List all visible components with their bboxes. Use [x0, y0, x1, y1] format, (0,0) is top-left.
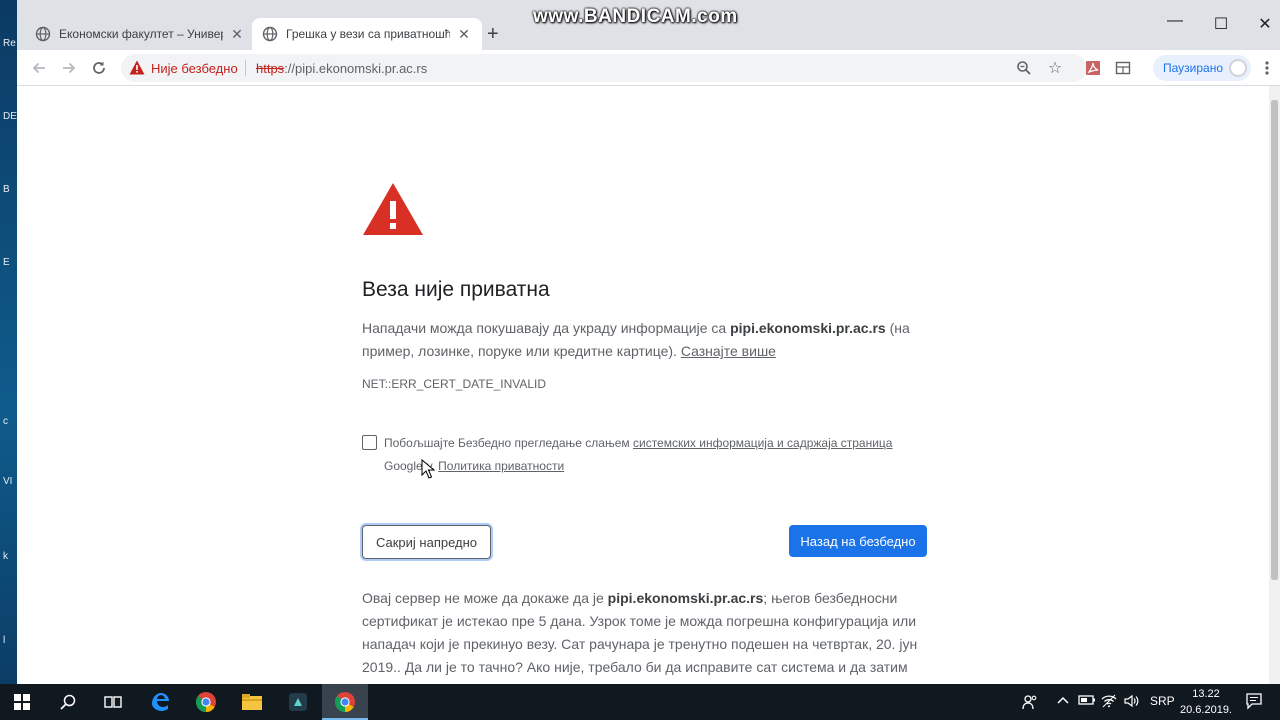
system-clock[interactable]: 13.22 20.6.2019. [1180, 686, 1232, 718]
desktop-icon-label[interactable]: l [3, 635, 5, 646]
address-divider [245, 60, 246, 76]
address-bar[interactable]: Није безбедно https://pipi.ekonomski.pr.… [121, 54, 1087, 82]
maximize-icon[interactable]: ☐ [1198, 14, 1244, 34]
profile-status-label: Паузирано [1163, 61, 1224, 75]
edge-icon[interactable] [146, 688, 174, 716]
desktop-background: Re DE B E c VI k l [0, 0, 18, 684]
error-page: Веза није приватна Нападачи можда покуша… [17, 86, 1269, 684]
error-description: Нападачи можда покушавају да украду инфо… [362, 320, 910, 359]
back-arrow-icon[interactable] [29, 58, 49, 78]
not-secure-label[interactable]: Није безбедно [151, 61, 238, 76]
page-title: Веза није приватна [362, 278, 550, 301]
zoom-icon[interactable] [1014, 58, 1034, 78]
safe-browsing-checkbox[interactable] [362, 435, 377, 450]
url-text[interactable]: https://pipi.ekonomski.pr.ac.rs [256, 61, 427, 76]
tab-title: Грешка у вези са приватношћу [286, 27, 450, 41]
desktop-icon-label[interactable]: E [3, 257, 10, 268]
chrome-window: Економски факултет – Универзи ✕ Грешка у… [17, 0, 1280, 684]
learn-more-link[interactable]: Сазнајте више [681, 343, 776, 359]
desktop-icon-label[interactable]: c [3, 416, 8, 427]
domain-name: pipi.ekonomski.pr.ac.rs [730, 320, 886, 336]
star-icon[interactable]: ☆ [1045, 58, 1065, 78]
chevron-up-icon[interactable] [1056, 694, 1070, 711]
filmora-icon[interactable] [284, 688, 312, 716]
page-scrollbar[interactable] [1269, 86, 1280, 684]
active-taskbar-app[interactable] [322, 684, 368, 720]
windows-taskbar: SRP 13.22 20.6.2019. [0, 684, 1280, 720]
input-language[interactable]: SRP [1150, 694, 1175, 708]
task-view-icon[interactable] [99, 688, 127, 716]
certificate-details: Овај сервер не може да докаже да је pipi… [362, 590, 918, 675]
globe-icon [262, 26, 278, 42]
avatar [1229, 59, 1248, 77]
system-info-link[interactable]: системских информација и садржаја страни… [633, 436, 892, 450]
clock-time: 13.22 [1192, 688, 1220, 700]
globe-icon [35, 26, 51, 42]
desktop-icon-label[interactable]: k [3, 551, 8, 562]
tab-strip: Економски факултет – Универзи ✕ Грешка у… [17, 0, 1280, 50]
volume-icon[interactable] [1124, 694, 1140, 711]
close-tab-icon[interactable]: ✕ [229, 26, 245, 43]
desktop-icon-label[interactable]: B [3, 184, 10, 195]
toolbar: Није безбедно https://pipi.ekonomski.pr.… [17, 50, 1280, 86]
close-tab-icon[interactable]: ✕ [456, 26, 472, 43]
notifications-icon[interactable] [1245, 692, 1263, 713]
reload-icon[interactable] [89, 58, 109, 78]
back-to-safety-button[interactable]: Назад на безбедно [789, 525, 927, 557]
privacy-policy-link[interactable]: Политика приватности [438, 459, 564, 473]
warning-triangle-icon [363, 183, 423, 235]
desktop-icon-label[interactable]: VI [3, 476, 12, 487]
battery-icon[interactable] [1078, 694, 1096, 709]
search-icon[interactable] [54, 688, 82, 716]
scrollbar-thumb[interactable] [1271, 100, 1278, 580]
pdf-icon[interactable] [1083, 58, 1103, 78]
close-window-icon[interactable]: ✕ [1242, 14, 1280, 34]
file-explorer-icon[interactable] [238, 688, 266, 716]
mouse-cursor-icon [421, 459, 435, 479]
hide-advanced-button[interactable]: Сакриј напредно [362, 525, 491, 559]
error-code: NET::ERR_CERT_DATE_INVALID [362, 377, 547, 391]
forward-arrow-icon[interactable] [59, 58, 79, 78]
minimize-icon[interactable]: — [1152, 12, 1198, 30]
clock-date: 20.6.2019. [1180, 704, 1232, 716]
people-icon[interactable] [1022, 694, 1038, 713]
tab-privacy-error[interactable]: Грешка у вези са приватношћу ✕ [252, 18, 482, 50]
tab-title: Економски факултет – Универзи [59, 27, 223, 41]
profile-paused-button[interactable]: Паузирано [1153, 55, 1252, 81]
tab-economics-faculty[interactable]: Економски факултет – Универзи ✕ [25, 18, 255, 50]
domain-name: pipi.ekonomski.pr.ac.rs [607, 590, 764, 606]
new-tab-icon[interactable]: + [487, 24, 499, 44]
extension-icon[interactable] [1113, 58, 1133, 78]
chrome-icon[interactable] [192, 688, 220, 716]
desktop-icon-label[interactable]: Re [3, 38, 16, 49]
menu-icon[interactable] [1257, 58, 1277, 78]
warning-icon[interactable] [129, 60, 145, 75]
desktop-icon-label[interactable]: DE [3, 111, 17, 122]
chrome-icon[interactable] [331, 688, 359, 716]
safe-browsing-label: Побољшајте Безбедно прегледање слањем си… [384, 436, 893, 473]
windows-start-icon[interactable] [8, 688, 36, 716]
wifi-icon[interactable] [1101, 694, 1117, 711]
bandicam-watermark: www.BANDICAM.com [533, 6, 738, 27]
